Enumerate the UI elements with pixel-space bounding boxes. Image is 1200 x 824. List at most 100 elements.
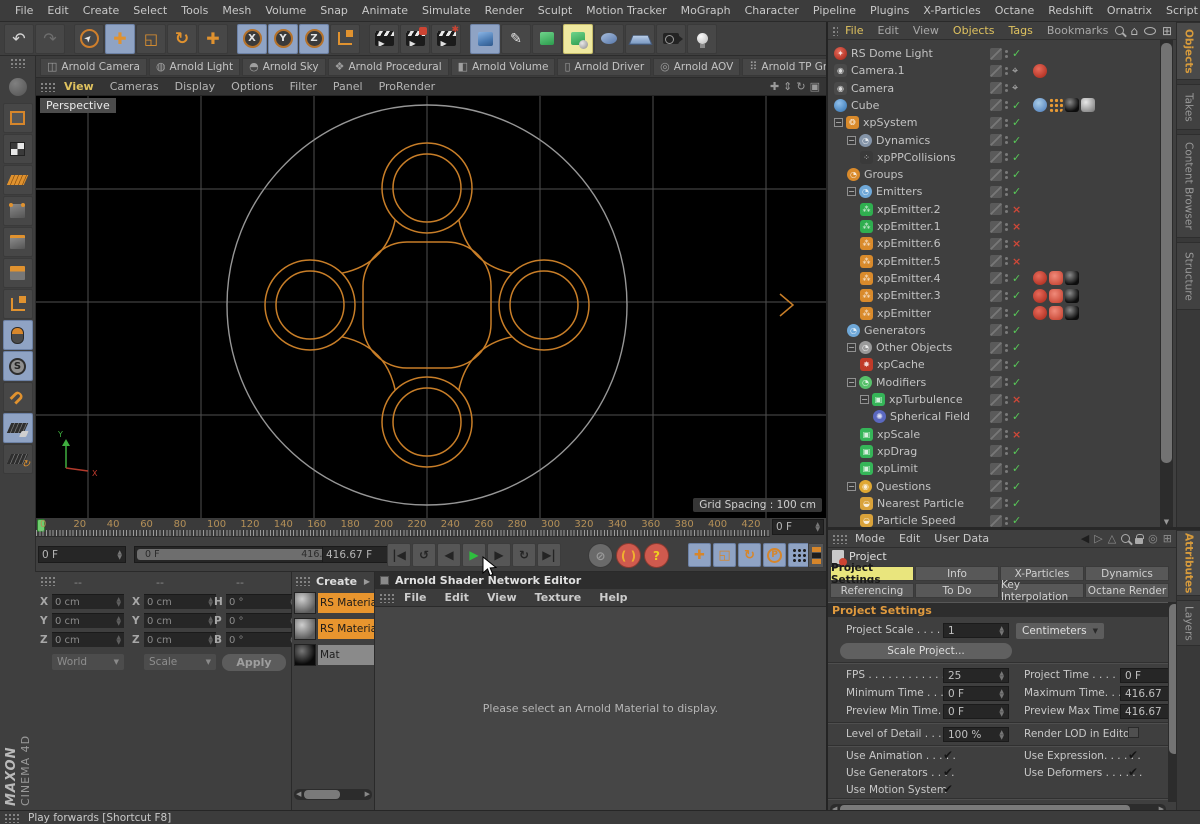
om-menu-view[interactable]: View — [906, 24, 946, 37]
lock-x-axis-button[interactable]: X — [237, 24, 267, 54]
menu-select[interactable]: Select — [126, 4, 174, 17]
viewport-menu-view[interactable]: View — [56, 80, 102, 93]
layer-swatch[interactable] — [990, 290, 1002, 302]
visibility-dots-icon[interactable] — [1005, 430, 1009, 438]
tab-octane-render[interactable]: Octane Render — [1085, 583, 1169, 598]
coord-field[interactable]: 0 °▲▼ — [226, 613, 298, 628]
state-check-icon[interactable]: ✓ — [1012, 358, 1021, 371]
rotate-tool-button[interactable]: ↻ — [167, 24, 197, 54]
scale-tool-button[interactable]: ◱ — [136, 24, 166, 54]
coord-field[interactable]: 0 cm▲▼ — [144, 632, 216, 647]
state-cross-icon[interactable]: × — [1012, 255, 1021, 268]
tab-key-interpolation[interactable]: Key Interpolation — [1000, 583, 1084, 598]
visibility-dots-icon[interactable] — [1005, 67, 1009, 75]
viewport-tool-button[interactable] — [3, 320, 33, 350]
menu-animate[interactable]: Animate — [355, 4, 415, 17]
shader-menu-file[interactable]: File — [395, 591, 436, 604]
viewport-view-label[interactable]: Perspective — [40, 98, 116, 113]
state-check-icon[interactable]: ✓ — [1012, 324, 1021, 337]
goto-end-button[interactable]: ▶| — [537, 543, 561, 567]
next-frame-button[interactable]: ▶ — [487, 543, 511, 567]
state-check-icon[interactable]: ✓ — [1012, 168, 1021, 181]
visibility-dots-icon[interactable] — [1005, 136, 1009, 144]
spinner-arrows-icon[interactable]: ▲▼ — [117, 550, 122, 560]
visibility-dots-icon[interactable] — [1005, 188, 1009, 196]
tree-row[interactable]: ◉Camera⌖ — [828, 80, 1160, 97]
zoom-view-icon[interactable]: ⇕ — [783, 80, 792, 93]
menu-sculpt[interactable]: Sculpt — [531, 4, 579, 17]
enable-axis-mode-button[interactable] — [3, 289, 33, 319]
tree-row[interactable]: ◔Groups✓ — [828, 166, 1160, 183]
menu-character[interactable]: Character — [738, 4, 806, 17]
expander-icon[interactable]: − — [834, 118, 843, 127]
visibility-dots-icon[interactable] — [1005, 309, 1009, 317]
layer-swatch[interactable] — [990, 342, 1002, 354]
layer-swatch[interactable] — [990, 411, 1002, 423]
scroll-down-icon[interactable]: ▼ — [1160, 518, 1173, 526]
spinner-arrows-icon[interactable]: ▲▼ — [208, 635, 213, 645]
tree-row[interactable]: −◔Dynamics✓ — [828, 132, 1160, 149]
add-cube-object-button[interactable] — [470, 24, 500, 54]
expander-icon[interactable]: − — [847, 482, 856, 491]
tree-row[interactable]: ✸xpCache✓ — [828, 356, 1160, 373]
toolbar-grip[interactable] — [10, 58, 26, 68]
om-menu-edit[interactable]: Edit — [871, 24, 906, 37]
layer-swatch[interactable] — [990, 151, 1002, 163]
layer-swatch[interactable] — [990, 428, 1002, 440]
layer-swatch[interactable] — [990, 65, 1002, 77]
state-check-icon[interactable]: ✓ — [1012, 480, 1021, 493]
layer-swatch[interactable] — [990, 255, 1002, 267]
layer-swatch[interactable] — [990, 117, 1002, 129]
state-target-icon[interactable]: ⌖ — [1012, 81, 1018, 95]
visibility-dots-icon[interactable] — [1005, 257, 1009, 265]
layer-swatch[interactable] — [990, 324, 1002, 336]
om-menu-file[interactable]: File — [838, 24, 870, 37]
texture-mode-button[interactable] — [3, 134, 33, 164]
am-menu-user-data[interactable]: User Data — [927, 532, 996, 545]
expander-icon[interactable]: − — [847, 378, 856, 387]
snap-settings-button[interactable]: S — [3, 351, 33, 381]
state-check-icon[interactable]: ✓ — [1012, 272, 1021, 285]
project-scale-unit-dropdown[interactable]: Centimeters▼ — [1016, 623, 1104, 639]
state-check-icon[interactable]: ✓ — [1012, 514, 1021, 527]
menu-pipeline[interactable]: Pipeline — [806, 4, 863, 17]
key-rotation-toggle[interactable]: ↻ — [738, 543, 761, 567]
current-frame-field[interactable]: 0 F ▲▼ — [772, 519, 824, 535]
visibility-dots-icon[interactable] — [1005, 153, 1009, 161]
menu-tools[interactable]: Tools — [174, 4, 215, 17]
add-subdivision-surface-button[interactable] — [532, 24, 562, 54]
coord-field[interactable]: 0 cm▲▼ — [144, 594, 216, 609]
magnet-tool-button[interactable]: U — [3, 382, 33, 412]
tab-info[interactable]: Info — [915, 566, 999, 581]
viewport-menu-cameras[interactable]: Cameras — [102, 80, 167, 93]
rotate-view-icon[interactable]: ↻ — [796, 80, 805, 93]
menu-simulate[interactable]: Simulate — [415, 4, 478, 17]
tree-row[interactable]: ▣xpScale× — [828, 426, 1160, 443]
sphere-black-tag[interactable] — [1065, 271, 1079, 285]
menu-edit[interactable]: Edit — [40, 4, 75, 17]
layer-swatch[interactable] — [990, 169, 1002, 181]
coord-field[interactable]: 0 cm▲▼ — [52, 632, 124, 647]
viewport-menu-filter[interactable]: Filter — [282, 80, 325, 93]
arnold-shelf-arnold-camera[interactable]: ◫Arnold Camera — [40, 58, 147, 76]
state-check-icon[interactable]: ✓ — [1012, 341, 1021, 354]
expander-icon[interactable]: − — [860, 395, 869, 404]
spinner-arrows-icon[interactable]: ▲▼ — [999, 689, 1004, 699]
layer-swatch[interactable] — [990, 221, 1002, 233]
object-manager-vscrollbar[interactable]: ▼ — [1160, 40, 1173, 527]
arnold-shelf-arnold-light[interactable]: ◍Arnold Light — [149, 58, 240, 76]
state-check-icon[interactable]: ✓ — [1012, 116, 1021, 129]
checkmark-icon[interactable]: ✔ — [943, 765, 953, 779]
layer-swatch[interactable] — [990, 359, 1002, 371]
visibility-dots-icon[interactable] — [1005, 378, 1009, 386]
visibility-dots-icon[interactable] — [1005, 274, 1009, 282]
menu-file[interactable]: File — [8, 4, 40, 17]
viewport-canvas[interactable]: Y X Perspective Grid Spacing : 100 cm — [36, 96, 826, 518]
apply-button[interactable]: Apply — [222, 654, 286, 671]
tree-row[interactable]: ⁂xpEmitter.1× — [828, 218, 1160, 235]
layer-swatch[interactable] — [990, 445, 1002, 457]
viewport-menu-options[interactable]: Options — [223, 80, 281, 93]
key-parameter-toggle[interactable]: P — [763, 543, 786, 567]
rs-red-tag[interactable] — [1033, 64, 1047, 78]
play-forwards-button[interactable]: ▶ — [462, 543, 486, 567]
